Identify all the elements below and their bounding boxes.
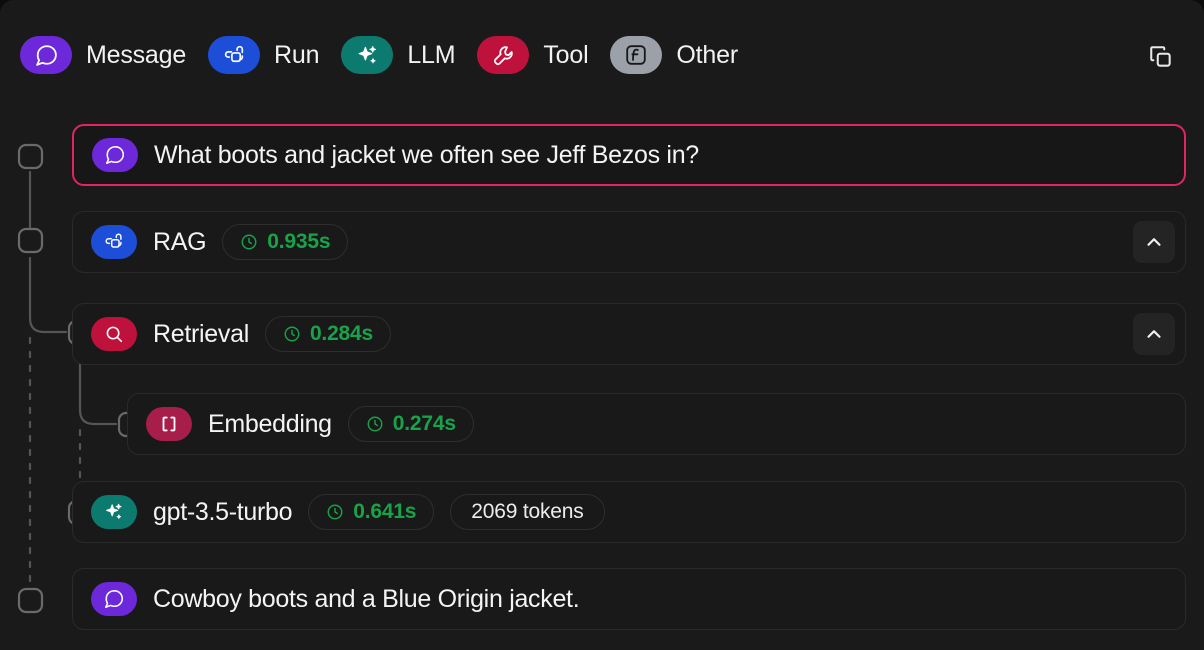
copy-icon[interactable] xyxy=(1144,40,1178,74)
tokens-badge: 2069 tokens xyxy=(450,494,605,530)
search-icon xyxy=(91,317,137,351)
legend-item-llm[interactable]: LLM xyxy=(341,36,456,74)
duration-value: 0.274s xyxy=(392,412,456,435)
duration-badge: 0.284s xyxy=(264,316,391,352)
trace-row-embedding-tool[interactable]: Embedding 0.274s xyxy=(127,393,1186,455)
clock-icon xyxy=(366,415,384,433)
trace-row-assistant-message[interactable]: Cowboy boots and a Blue Origin jacket. xyxy=(72,568,1186,630)
trace-row-title: Embedding xyxy=(208,409,332,438)
trace-row-title: RAG xyxy=(153,227,207,256)
chat-bubble-icon xyxy=(20,36,72,74)
legend-item-label: Run xyxy=(274,40,320,69)
function-icon xyxy=(610,36,663,74)
clock-icon xyxy=(326,503,344,521)
duration-value: 0.284s xyxy=(309,322,373,345)
collapse-toggle-button[interactable] xyxy=(1133,313,1175,355)
legend-item-label: Other xyxy=(676,40,738,69)
trace-row-llm-call[interactable]: gpt-3.5-turbo 0.641s 2069 tokens xyxy=(72,481,1186,543)
duration-value: 0.935s xyxy=(267,230,331,253)
sparkles-icon xyxy=(341,36,394,74)
sparkles-icon xyxy=(91,495,137,529)
trace-row-rag-run[interactable]: RAG 0.935s xyxy=(72,211,1186,273)
chevron-up-icon xyxy=(1143,323,1165,345)
legend-item-message[interactable]: Message xyxy=(20,36,186,74)
tokens-value: 2069 tokens xyxy=(471,500,584,523)
trace-row-title: gpt-3.5-turbo xyxy=(153,497,293,526)
trace-row-title: Cowboy boots and a Blue Origin jacket. xyxy=(153,584,580,613)
legend-item-tool[interactable]: Tool xyxy=(477,36,589,74)
chat-bubble-icon xyxy=(92,138,138,172)
chevron-up-icon xyxy=(1143,231,1165,253)
chat-bubble-icon xyxy=(91,582,137,616)
legend-item-label: LLM xyxy=(407,40,456,69)
duration-value: 0.641s xyxy=(353,500,417,523)
legend-item-label: Message xyxy=(86,40,187,69)
run-nodes-icon xyxy=(208,36,261,74)
duration-badge: 0.274s xyxy=(347,406,474,442)
legend-item-other[interactable]: Other xyxy=(610,36,738,74)
clock-icon xyxy=(283,325,301,343)
trace-row-retrieval-tool[interactable]: Retrieval 0.284s xyxy=(72,303,1186,365)
clock-icon xyxy=(240,233,258,251)
brackets-icon xyxy=(146,407,192,441)
legend-bar: Message Run LLM Tool Other xyxy=(0,0,1204,110)
trace-row-user-message[interactable]: What boots and jacket we often see Jeff … xyxy=(72,124,1186,186)
collapse-toggle-button[interactable] xyxy=(1133,221,1175,263)
trace-row-title: What boots and jacket we often see Jeff … xyxy=(154,140,699,169)
duration-badge: 0.935s xyxy=(222,224,349,260)
duration-badge: 0.641s xyxy=(308,494,435,530)
trace-row-title: Retrieval xyxy=(153,319,249,348)
legend-item-label: Tool xyxy=(543,40,589,69)
legend-item-run[interactable]: Run xyxy=(208,36,320,74)
wrench-icon xyxy=(477,36,530,74)
trace-viewer-panel: Message Run LLM Tool Other What boots an… xyxy=(0,0,1204,650)
run-nodes-icon xyxy=(91,225,137,259)
